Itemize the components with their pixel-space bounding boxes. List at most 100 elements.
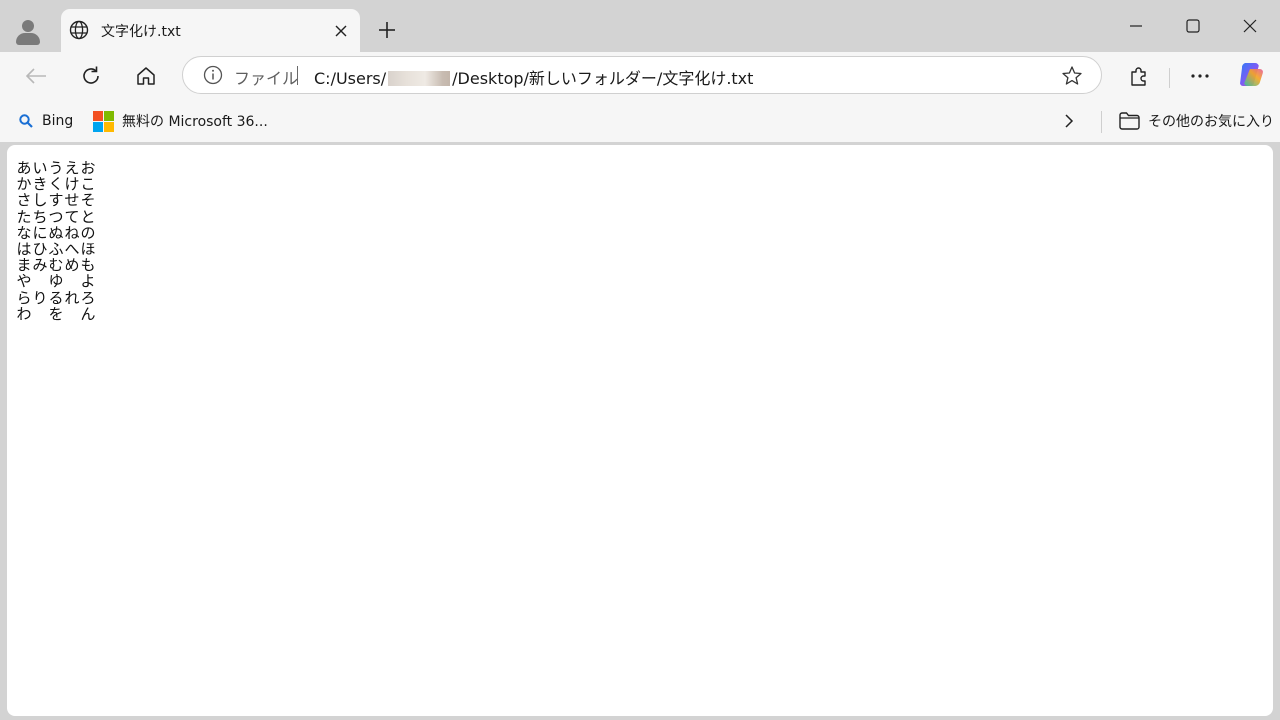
- tab-active[interactable]: 文字化け.txt: [61, 9, 360, 52]
- text-char: ま: [16, 256, 32, 275]
- maximize-button[interactable]: [1170, 8, 1216, 44]
- close-icon: [335, 25, 347, 37]
- text-line: かきくけこ: [16, 176, 96, 192]
- text-char: む: [48, 256, 64, 275]
- back-arrow-icon: [25, 68, 46, 84]
- text-char: [64, 306, 80, 322]
- text-char: ほ: [80, 240, 96, 259]
- extensions-button[interactable]: [1123, 60, 1155, 92]
- text-char: く: [48, 175, 64, 194]
- text-char: [64, 273, 80, 289]
- text-char: ふ: [48, 240, 64, 259]
- address-bar[interactable]: ファイル C:/Users/ /Desktop/新しいフォルダー/文字化け.txt: [182, 56, 1102, 94]
- redacted-username: [388, 71, 451, 86]
- favorites-overflow-button[interactable]: [1063, 110, 1075, 132]
- text-char: な: [16, 223, 32, 242]
- text-char: う: [48, 159, 64, 177]
- text-char: し: [32, 191, 48, 210]
- url-prefix: C:/Users/: [314, 69, 387, 88]
- text-char: や: [16, 272, 32, 291]
- folder-icon: [1119, 112, 1140, 130]
- ellipsis-icon: [1191, 74, 1209, 78]
- text-char: か: [16, 175, 32, 194]
- text-char: ろ: [80, 288, 96, 307]
- minimize-button[interactable]: [1113, 8, 1159, 44]
- chevron-right-icon: [1065, 114, 1074, 128]
- text-char: き: [32, 175, 48, 194]
- favorites-bar: Bing 無料の Microsoft 36... その他のお気に入り: [0, 100, 1280, 142]
- other-favorites-label: その他のお気に入り: [1148, 114, 1274, 130]
- text-char: こ: [80, 175, 96, 194]
- text-char: た: [16, 207, 32, 226]
- title-bar: 文字化け.txt: [0, 0, 1280, 52]
- text-char: よ: [80, 272, 96, 291]
- text-char: [32, 306, 48, 322]
- text-line: さしすせそ: [16, 192, 96, 208]
- plus-icon: [379, 22, 395, 38]
- url-suffix: /Desktop/新しいフォルダー/文字化け.txt: [452, 69, 754, 88]
- text-char: い: [32, 159, 48, 177]
- favorite-item-microsoft365[interactable]: 無料の Microsoft 36...: [93, 110, 268, 132]
- text-char: の: [80, 223, 96, 242]
- close-window-icon: [1243, 19, 1257, 33]
- text-char: え: [64, 159, 80, 177]
- copilot-icon[interactable]: [1236, 60, 1266, 90]
- text-line: はひふへほ: [16, 241, 96, 257]
- favorite-label: 無料の Microsoft 36...: [122, 114, 268, 130]
- url-text[interactable]: C:/Users/ /Desktop/新しいフォルダー/文字化け.txt: [314, 65, 753, 89]
- text-char: る: [48, 288, 64, 307]
- home-button[interactable]: [130, 60, 162, 92]
- text-char: す: [48, 191, 64, 210]
- text-line: らりるれろ: [16, 288, 96, 307]
- text-line: たちつてと: [16, 207, 96, 226]
- close-window-button[interactable]: [1227, 8, 1273, 44]
- home-icon: [137, 67, 155, 85]
- text-char: ゆ: [48, 272, 64, 291]
- text-char: も: [80, 256, 96, 275]
- text-char: を: [48, 304, 64, 323]
- refresh-icon: [83, 66, 99, 84]
- text-char: に: [32, 223, 48, 242]
- globe-icon: [69, 20, 89, 40]
- favorite-item-bing[interactable]: Bing: [18, 110, 73, 132]
- text-char: ち: [32, 207, 48, 226]
- text-char: み: [32, 256, 48, 275]
- text-char: お: [80, 159, 96, 177]
- new-tab-button[interactable]: [372, 15, 402, 45]
- profile-button[interactable]: [10, 14, 46, 50]
- puzzle-icon: [1131, 67, 1146, 86]
- scheme-label: ファイル: [234, 69, 299, 88]
- text-char: せ: [64, 191, 80, 210]
- favorites-divider: [1101, 111, 1102, 133]
- text-document: あいうえお かきくけこ さしすせそ たちつてと なにぬねの はひふへほ まみむめもや ゆ よ…: [16, 160, 96, 322]
- text-char: あ: [16, 159, 32, 177]
- back-button[interactable]: [20, 60, 52, 92]
- text-line: や ゆ よ: [16, 273, 96, 289]
- text-char: は: [16, 240, 32, 259]
- search-icon: [18, 113, 34, 129]
- more-button[interactable]: [1184, 60, 1216, 92]
- text-char: ぬ: [48, 223, 64, 242]
- star-icon[interactable]: [1061, 65, 1083, 87]
- tab-close-button[interactable]: [330, 20, 352, 42]
- browser-window: 文字化け.txt ファイル C:/Users/ /Desktop/新しいフォルダ…: [0, 0, 1280, 720]
- text-char: ら: [16, 288, 32, 307]
- address-divider: [297, 66, 298, 85]
- text-char: ん: [80, 304, 96, 323]
- toolbar-divider: [1169, 68, 1170, 88]
- minimize-icon: [1130, 25, 1142, 27]
- text-char: つ: [48, 207, 64, 226]
- toolbar: ファイル C:/Users/ /Desktop/新しいフォルダー/文字化け.txt: [0, 52, 1280, 100]
- microsoft-logo-icon: [93, 110, 114, 132]
- other-favorites-button[interactable]: その他のお気に入り: [1119, 110, 1274, 132]
- info-icon[interactable]: [203, 65, 223, 85]
- text-char: へ: [64, 240, 80, 259]
- text-char: と: [80, 207, 96, 226]
- page-content: あいうえお かきくけこ さしすせそ たちつてと なにぬねの はひふへほ まみむめもや ゆ よ…: [7, 145, 1273, 716]
- favorite-label: Bing: [42, 113, 74, 129]
- refresh-button[interactable]: [75, 60, 107, 92]
- text-line: あいうえお: [16, 160, 96, 176]
- text-char: さ: [16, 191, 32, 210]
- text-char: れ: [64, 288, 80, 307]
- text-char: り: [32, 288, 48, 307]
